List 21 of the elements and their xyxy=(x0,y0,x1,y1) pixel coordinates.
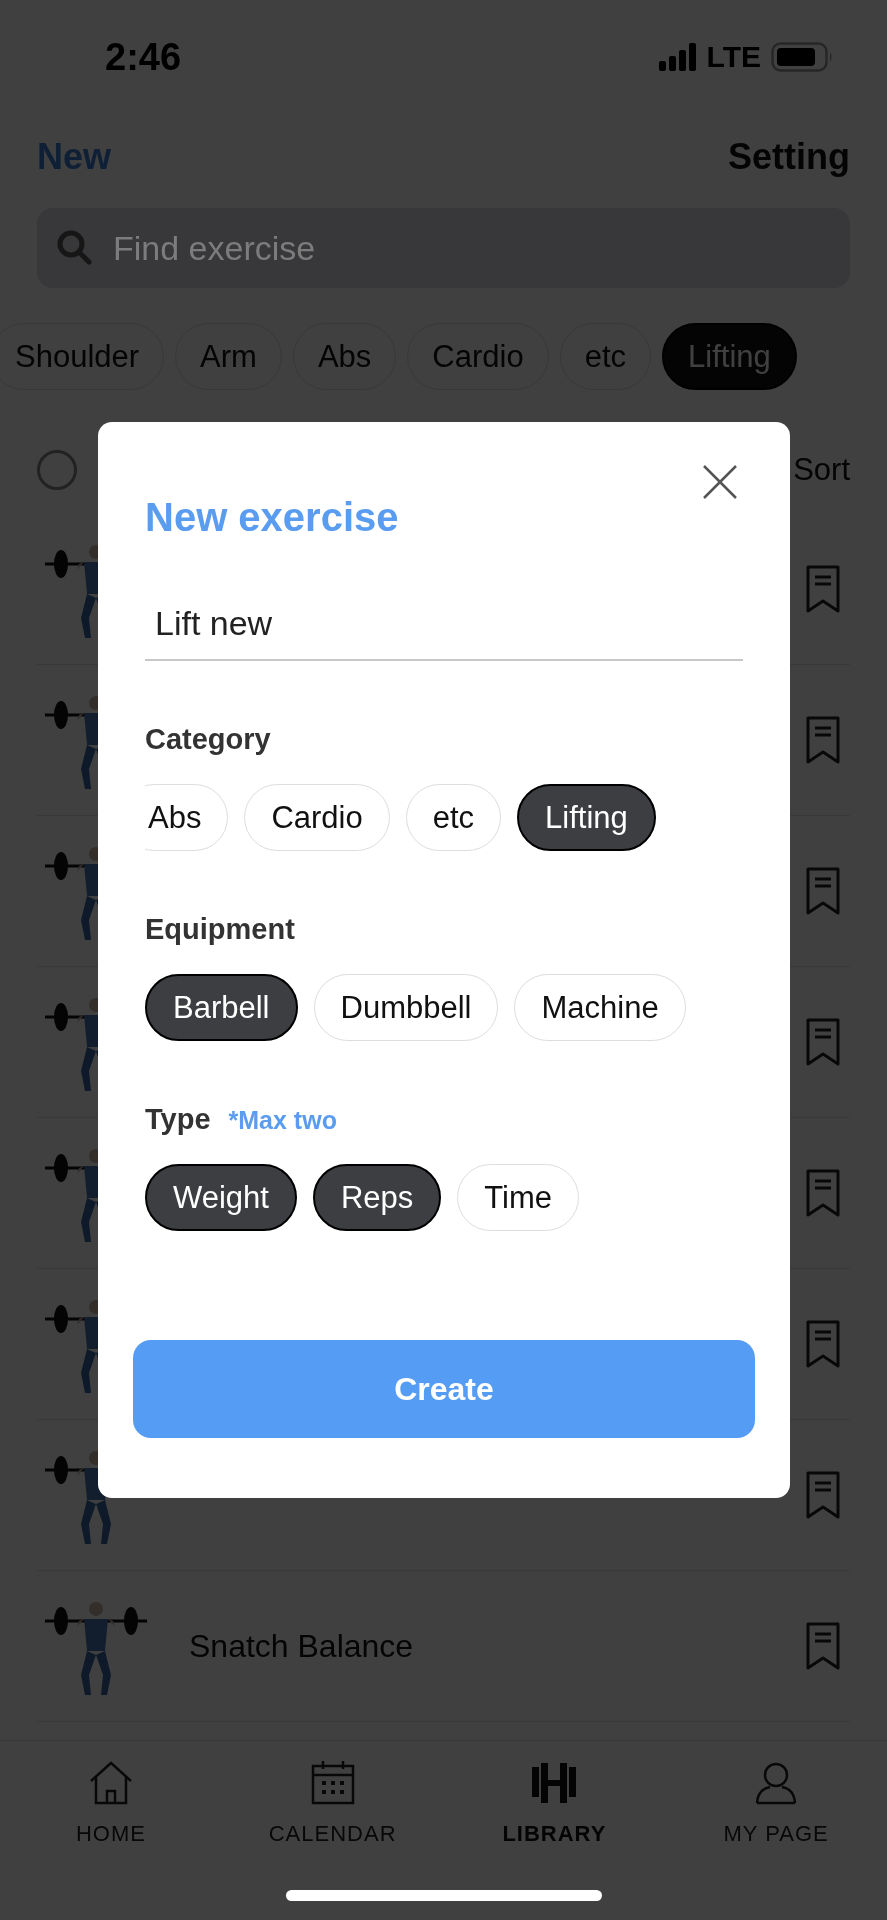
filter-chip[interactable]: Machine xyxy=(514,974,686,1041)
filter-chip[interactable]: Dumbbell xyxy=(313,974,499,1041)
network-label: LTE xyxy=(706,40,761,74)
section-label: Type xyxy=(145,1103,211,1136)
filter-chip[interactable]: Barbell xyxy=(145,974,298,1041)
filter-chip[interactable]: Weight xyxy=(145,1164,297,1231)
search-field[interactable]: Find exercise xyxy=(37,208,850,288)
filter-chip[interactable]: Abs xyxy=(145,784,229,851)
section-note: *Max two xyxy=(228,1106,337,1135)
filter-chip[interactable]: Time xyxy=(457,1164,580,1231)
section-label: Category xyxy=(145,723,271,756)
search-icon xyxy=(55,228,95,268)
filter-chip[interactable]: etc xyxy=(405,784,502,851)
section-label: Equipment xyxy=(145,913,295,946)
close-icon[interactable] xyxy=(702,464,738,500)
filter-chip[interactable]: Cardio xyxy=(244,784,390,851)
exercise-name: Snatch Balance xyxy=(189,1627,415,1665)
dialog-title: New exercise xyxy=(145,494,400,540)
filter-chip[interactable]: Lifting xyxy=(517,784,656,851)
filter-chip[interactable]: Reps xyxy=(312,1164,442,1231)
status-time: 2:46 xyxy=(105,35,182,79)
